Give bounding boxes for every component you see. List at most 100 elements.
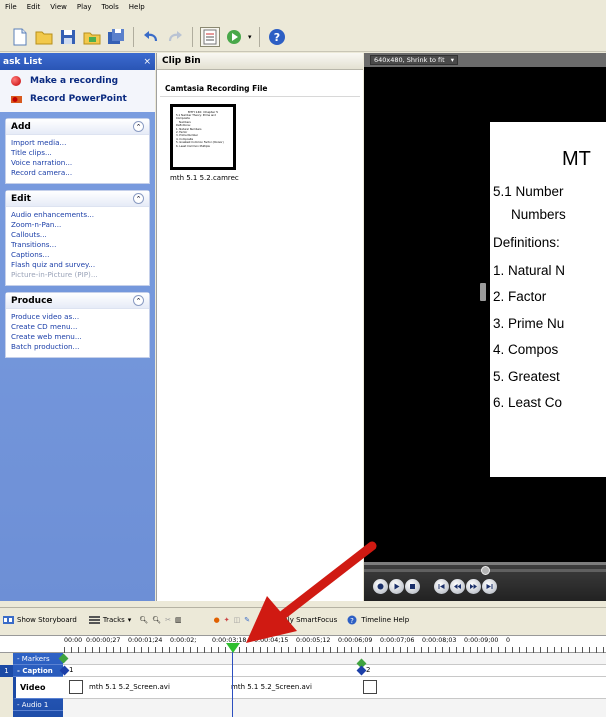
collapse-icon[interactable]: ⌃ — [133, 193, 144, 204]
record-powerpoint-link[interactable]: Record PowerPoint — [0, 90, 155, 108]
produce-icon — [227, 29, 241, 44]
fast-forward-button[interactable] — [466, 579, 481, 594]
audio-track-label[interactable]: - Audio 1 — [13, 699, 63, 711]
import-media-link[interactable]: Import media... — [11, 138, 144, 148]
import-media-button[interactable] — [82, 27, 102, 47]
audio-track[interactable] — [63, 699, 606, 717]
zoom-in-icon[interactable]: 🔍︎ — [139, 616, 148, 624]
markers-track[interactable] — [58, 653, 606, 669]
record-camera-link[interactable]: Record camera... — [11, 168, 144, 178]
menu-help[interactable]: Help — [129, 3, 145, 11]
batch-production-link[interactable]: Batch production... — [11, 342, 144, 352]
clip-thumbnail[interactable]: MTH 140: Chapter 5 5.1 Number Theory: Pr… — [170, 104, 236, 170]
create-web-menu-link[interactable]: Create web menu... — [11, 332, 144, 342]
transitions-link[interactable]: Transitions... — [11, 240, 144, 250]
title-clips-link[interactable]: Title clips... — [11, 148, 144, 158]
open-project-button[interactable] — [34, 27, 54, 47]
caption-marker[interactable] — [356, 665, 367, 676]
video-track[interactable]: mth 5.1 5.2_Screen.avi mth 5.1 5.2_Scree… — [63, 677, 606, 699]
produce-button[interactable] — [224, 27, 244, 47]
produce-video-link[interactable]: Produce video as... — [11, 312, 144, 322]
rewind-button[interactable] — [450, 579, 465, 594]
apply-smartfocus-button[interactable]: Apply SmartFocus — [260, 615, 337, 625]
stop-button[interactable] — [405, 579, 420, 594]
produce-group-header[interactable]: Produce ⌃ — [6, 293, 149, 309]
edit-group-header[interactable]: Edit ⌃ — [6, 191, 149, 207]
voice-narration-link[interactable]: Voice narration... — [11, 158, 144, 168]
collapse-icon[interactable]: ⌃ — [133, 121, 144, 132]
play-button[interactable] — [389, 579, 404, 594]
zoom-pan-icon[interactable]: ◫ — [234, 616, 241, 624]
record-preview-button[interactable] — [373, 579, 388, 594]
track-rows: 1 2 mth 5.1 5.2_Screen.avi mth 5.1 5.2_S… — [58, 653, 606, 717]
menu-play[interactable]: Play — [77, 3, 92, 11]
slide-line: 1. Natural N — [493, 263, 566, 278]
playback-controls — [364, 565, 606, 601]
play-icon — [394, 583, 400, 590]
go-to-end-button[interactable] — [482, 579, 497, 594]
stop-icon — [410, 584, 415, 589]
undo-button[interactable] — [141, 27, 161, 47]
video-clip[interactable]: mth 5.1 5.2_Screen.avi — [231, 683, 312, 691]
split-icon[interactable]: ✂ — [165, 616, 171, 624]
folder-media-icon — [83, 32, 101, 44]
task-list-toggle-button[interactable] — [200, 26, 220, 47]
audio-tool-icon[interactable]: ● — [214, 616, 220, 624]
slide-line: 3. Prime Nu — [493, 316, 565, 331]
slide-line: Numbers — [511, 207, 566, 222]
go-to-start-button[interactable] — [434, 579, 449, 594]
add-group-header[interactable]: Add ⌃ — [6, 119, 149, 135]
zoom-out-icon[interactable]: 🔍︎ — [152, 616, 161, 624]
show-storyboard-button[interactable]: Show Storyboard — [3, 615, 77, 625]
panel-resize-handle[interactable] — [480, 283, 486, 301]
preview-size-value: 640x480, Shrink to fit — [374, 56, 445, 64]
effect-icon[interactable]: ✦ — [224, 616, 230, 624]
video-clip-end[interactable] — [363, 680, 377, 694]
markers-track-label[interactable]: - Markers — [13, 653, 63, 665]
menu-edit[interactable]: Edit — [27, 3, 41, 11]
collapse-icon[interactable]: ⌃ — [133, 295, 144, 306]
columns-icon[interactable]: ▥ — [175, 616, 182, 624]
zoom-n-pan-link[interactable]: Zoom-n-Pan... — [11, 220, 144, 230]
thumb-line: 6. Least Common Multiple — [176, 144, 210, 148]
menu-file[interactable]: File — [5, 3, 17, 11]
flash-quiz-link[interactable]: Flash quiz and survey... — [11, 260, 144, 270]
tick-label: 0:00:05;12 — [296, 637, 331, 644]
make-recording-label: Make a recording — [30, 76, 119, 86]
powerpoint-icon — [11, 96, 22, 103]
timeline-ruler[interactable]: 00:00 0:00:00;27 0:00:01;24 0:00:02; 0:0… — [0, 635, 606, 653]
make-recording-link[interactable]: Make a recording — [0, 72, 155, 90]
svg-text:?: ? — [350, 617, 354, 625]
audio-enhancements-link[interactable]: Audio enhancements... — [11, 210, 144, 220]
caption-track[interactable]: 1 2 — [59, 665, 606, 677]
callouts-link[interactable]: Callouts... — [11, 230, 144, 240]
menu-bar: File Edit View Play Tools Help — [0, 0, 606, 14]
menu-view[interactable]: View — [50, 3, 67, 11]
show-storyboard-label: Show Storyboard — [17, 616, 77, 624]
video-clip[interactable]: mth 5.1 5.2_Screen.avi — [69, 680, 170, 694]
save-project-button[interactable] — [58, 27, 78, 47]
video-track-label[interactable]: Video — [13, 677, 63, 699]
preview-size-select[interactable]: 640x480, Shrink to fit ▾ — [370, 55, 458, 65]
new-project-button[interactable] — [10, 27, 30, 47]
captions-link[interactable]: Captions... — [11, 250, 144, 260]
create-cd-menu-link[interactable]: Create CD menu... — [11, 322, 144, 332]
redo-button[interactable] — [165, 27, 185, 47]
help-button[interactable]: ? — [267, 27, 287, 47]
save-as-button[interactable] — [106, 27, 126, 47]
skip-forward-icon — [486, 584, 493, 589]
toolbar-separator — [258, 26, 260, 47]
tick-label: 0:00:04;15 — [254, 637, 289, 644]
tracks-button[interactable]: Tracks ▾ — [88, 615, 131, 625]
produce-dropdown-icon[interactable]: ▾ — [248, 33, 252, 41]
close-icon[interactable]: × — [143, 57, 151, 67]
record-powerpoint-label: Record PowerPoint — [30, 94, 127, 104]
playhead-marker[interactable] — [226, 643, 240, 653]
clip-bin-panel: Clip Bin Camtasia Recording File MTH 140… — [156, 53, 363, 601]
callout-icon[interactable]: ✎ — [244, 616, 250, 624]
seek-thumb[interactable] — [481, 566, 490, 575]
clip-name[interactable]: mth 5.1 5.2.camrec — [170, 174, 239, 182]
menu-tools[interactable]: Tools — [102, 3, 119, 11]
caption-track-label[interactable]: - Caption — [13, 665, 63, 677]
timeline-help-button[interactable]: ? Timeline Help — [347, 615, 409, 625]
